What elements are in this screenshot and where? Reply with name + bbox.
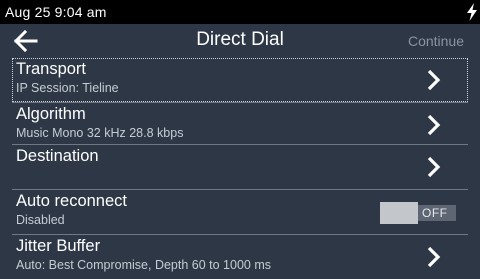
row-subtitle: Music Mono 32 kHz 28.8 kbps	[16, 126, 184, 140]
row-subtitle: Auto: Best Compromise, Depth 60 to 1000 …	[16, 258, 271, 272]
list-item-jitter-buffer[interactable]: Jitter Buffer Auto: Best Compromise, Dep…	[12, 235, 468, 279]
row-title: Jitter Buffer	[16, 237, 101, 255]
list-item-algorithm[interactable]: Algorithm Music Mono 32 kHz 28.8 kbps	[12, 103, 468, 147]
row-title: Algorithm	[16, 105, 86, 123]
toggle-label: OFF	[422, 206, 448, 220]
chevron-right-icon	[427, 156, 441, 178]
list-item-auto-reconnect[interactable]: Auto reconnect Disabled OFF	[12, 190, 468, 234]
row-title: Transport	[16, 60, 86, 78]
continue-button[interactable]: Continue	[408, 33, 464, 49]
list-item-transport[interactable]: Transport IP Session: Tieline	[12, 58, 468, 102]
toggle-knob[interactable]	[380, 202, 418, 224]
chevron-right-icon	[427, 69, 441, 91]
bolt-icon	[467, 3, 477, 21]
list-item-destination[interactable]: Destination	[12, 145, 468, 189]
status-time: Aug 25 9:04 am	[5, 4, 107, 20]
row-subtitle: Disabled	[16, 213, 65, 227]
chevron-right-icon	[427, 246, 441, 268]
status-bar: Aug 25 9:04 am	[0, 0, 480, 24]
header: Direct Dial Continue	[0, 24, 480, 58]
row-title: Destination	[16, 147, 99, 165]
auto-reconnect-toggle[interactable]: OFF	[380, 202, 456, 224]
row-subtitle: IP Session: Tieline	[16, 81, 119, 95]
row-title: Auto reconnect	[16, 192, 127, 210]
chevron-right-icon	[427, 114, 441, 136]
